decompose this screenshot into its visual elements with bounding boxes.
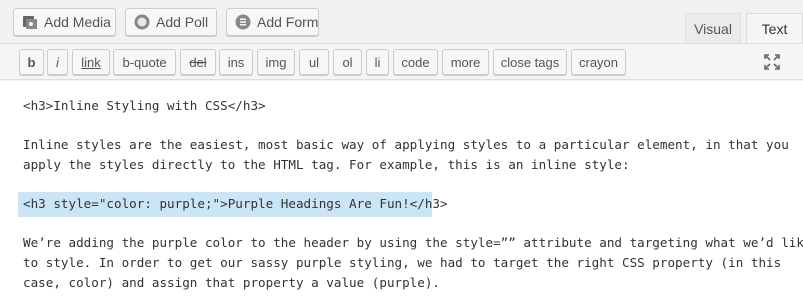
ins-button[interactable]: ins — [219, 49, 253, 75]
add-form-button[interactable]: Add Form — [226, 8, 319, 36]
crayon-button[interactable]: crayon — [571, 49, 626, 75]
tab-text[interactable]: Text — [746, 13, 803, 43]
blockquote-button[interactable]: b-quote — [113, 49, 176, 75]
code-button[interactable]: code — [393, 49, 438, 75]
li-button[interactable]: li — [366, 49, 389, 75]
del-button[interactable]: del — [180, 49, 216, 75]
paragraph-line: apply the styles directly to the HTML ta… — [23, 157, 630, 172]
paragraph-line: case, color) and assign that property a … — [23, 275, 441, 290]
editor-textarea[interactable]: <h3>Inline Styling with CSS</h3> Inline … — [0, 81, 803, 306]
quicktags-toolbar: b i link b-quote del ins img ul ol li co… — [0, 43, 803, 80]
more-button[interactable]: more — [442, 49, 489, 75]
ul-button[interactable]: ul — [299, 49, 329, 75]
close-tags-button[interactable]: close tags — [493, 49, 567, 75]
add-poll-label: Add Poll — [156, 14, 209, 30]
tab-visual[interactable]: Visual — [685, 13, 741, 43]
paragraph-line: Inline styles are the easiest, most basi… — [23, 137, 789, 152]
media-icon — [22, 14, 38, 30]
editor-tabs: Visual Text — [685, 13, 803, 43]
add-media-label: Add Media — [44, 14, 111, 30]
media-buttons: Add Media Add Poll Add Form — [13, 8, 319, 36]
poll-icon — [134, 14, 150, 30]
heading-code-text: <h3>Inline Styling with CSS</h3> — [23, 98, 266, 113]
bold-button[interactable]: b — [19, 49, 44, 75]
img-button[interactable]: img — [257, 49, 295, 75]
add-poll-button[interactable]: Add Poll — [125, 8, 217, 36]
ol-button[interactable]: ol — [333, 49, 362, 75]
italic-button[interactable]: i — [47, 49, 68, 75]
fullscreen-icon[interactable] — [764, 54, 780, 70]
form-icon — [235, 14, 251, 30]
paragraph-line: to style. In order to get our sassy purp… — [23, 255, 782, 270]
inline-style-code-line: <h3 style="color: purple;">Purple Headin… — [23, 196, 448, 211]
paragraph-line: We’re adding the purple color to the hea… — [23, 235, 803, 250]
add-media-button[interactable]: Add Media — [13, 8, 116, 36]
heading-code-line: <h3>Inline Styling with CSS</h3> — [23, 96, 266, 116]
link-button[interactable]: link — [72, 49, 110, 75]
add-form-label: Add Form — [257, 14, 319, 30]
